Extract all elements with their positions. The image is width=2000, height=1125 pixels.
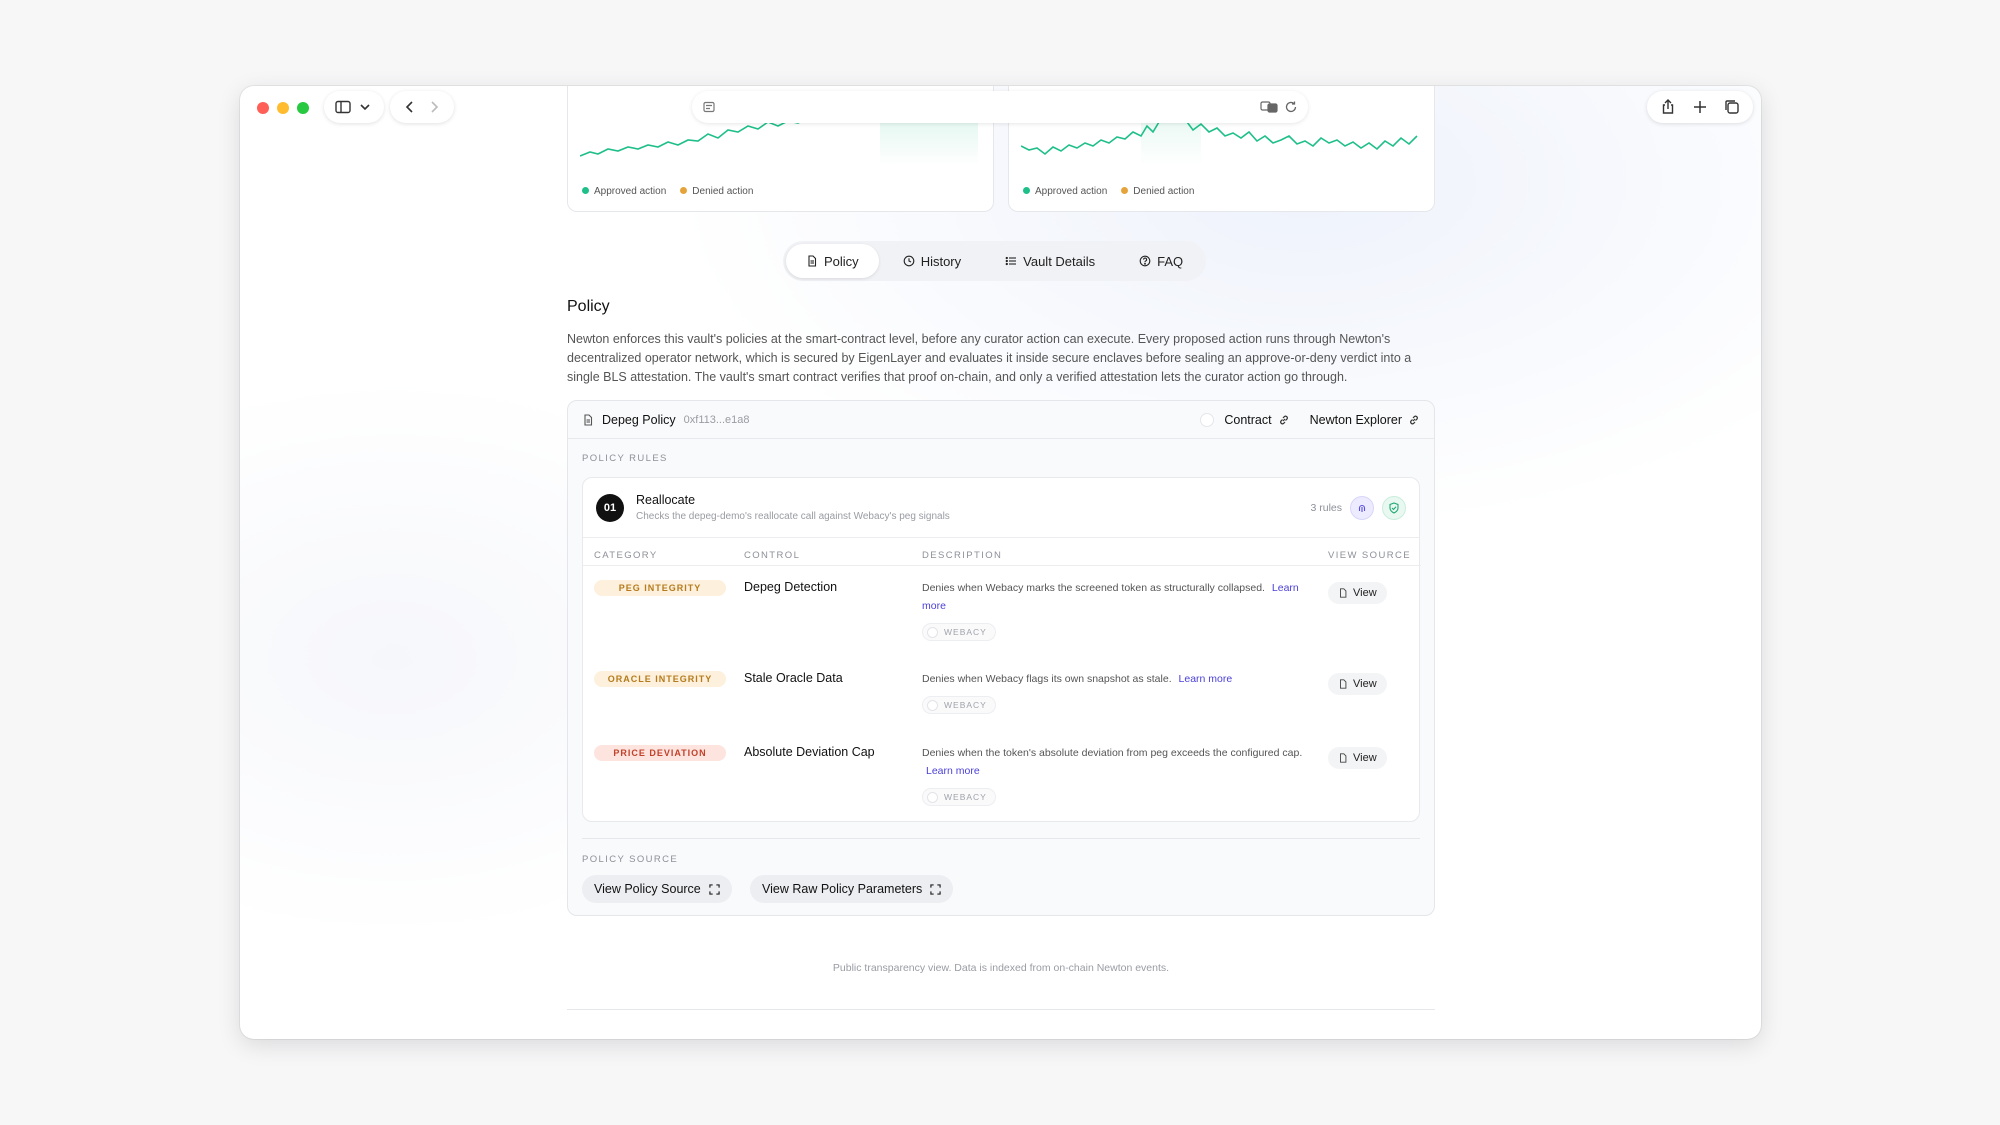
document-icon xyxy=(1340,753,1347,763)
window-controls xyxy=(257,102,309,114)
rule-description: Denies when the token's absolute deviati… xyxy=(922,747,1303,777)
toolbar-actions xyxy=(1647,91,1753,123)
zoom-window-button[interactable] xyxy=(297,102,309,114)
chevron-down-icon[interactable] xyxy=(356,98,374,116)
nav-buttons xyxy=(390,91,454,123)
tab-label: FAQ xyxy=(1157,253,1184,269)
control-name: Absolute Deviation Cap xyxy=(744,745,875,759)
link-icon xyxy=(1410,415,1418,424)
rule-group-title: Reallocate xyxy=(636,493,696,507)
column-header-view-source: VIEW SOURCE xyxy=(1328,550,1411,561)
view-source-button[interactable]: View xyxy=(1328,673,1387,695)
table-header-divider xyxy=(583,565,1421,566)
sidebar-icon[interactable] xyxy=(334,98,352,116)
translate-icon[interactable] xyxy=(1260,100,1278,114)
document-icon xyxy=(1340,588,1347,598)
forward-arrow-icon[interactable] xyxy=(425,98,443,116)
policy-address: 0xf113...e1a8 xyxy=(683,413,750,426)
tab-history[interactable]: History xyxy=(883,244,981,278)
view-policy-source-button[interactable]: View Policy Source xyxy=(582,875,732,903)
chart-legend-left: Approved action Denied action xyxy=(582,186,753,197)
list-icon xyxy=(1005,256,1017,266)
view-source-button[interactable]: View xyxy=(1328,747,1387,769)
expand-icon xyxy=(709,883,720,895)
legend-approved: Approved action xyxy=(1023,186,1107,197)
policy-name: Depeg Policy xyxy=(602,412,676,427)
verified-badge xyxy=(1382,495,1406,520)
close-window-button[interactable] xyxy=(257,102,269,114)
page-settings-icon[interactable] xyxy=(702,100,716,114)
clock-icon xyxy=(903,255,915,267)
back-arrow-icon[interactable] xyxy=(401,98,419,116)
data-source-tag: WEBACY xyxy=(922,788,996,806)
view-raw-policy-parameters-button[interactable]: View Raw Policy Parameters xyxy=(750,875,954,903)
tab-policy[interactable]: Policy xyxy=(786,244,879,278)
tab-faq[interactable]: FAQ xyxy=(1119,244,1203,278)
rule-group-subtitle: Checks the depeg-demo's reallocate call … xyxy=(636,511,950,522)
rule-description: Denies when Webacy flags its own snapsho… xyxy=(922,673,1233,685)
newton-explorer-link[interactable]: Newton Explorer xyxy=(1310,413,1420,427)
tab-label: Policy xyxy=(824,253,859,269)
policy-source-divider xyxy=(582,838,1420,839)
legend-approved: Approved action xyxy=(582,186,666,197)
browser-window: Approved action Denied action Approved a… xyxy=(240,86,1761,1039)
new-tab-icon[interactable] xyxy=(1691,98,1709,116)
rule-description: Denies when Webacy marks the screened to… xyxy=(922,582,1299,612)
address-bar[interactable] xyxy=(692,91,1308,123)
tab-label: Vault Details xyxy=(1023,253,1096,269)
view-source-button[interactable]: View xyxy=(1328,582,1387,604)
category-pill: ORACLE INTEGRITY xyxy=(594,671,726,687)
rule-group-header[interactable]: 01 Reallocate Checks the depeg-demo's re… xyxy=(583,478,1419,538)
contract-label: Contract xyxy=(1224,412,1272,427)
link-icon xyxy=(1279,415,1288,424)
chart-legend-right: Approved action Denied action xyxy=(1023,186,1194,197)
share-icon[interactable] xyxy=(1659,98,1677,116)
question-icon xyxy=(1139,255,1151,267)
section-description: Newton enforces this vault's policies at… xyxy=(567,332,1412,384)
expand-icon xyxy=(930,883,941,895)
control-name: Stale Oracle Data xyxy=(744,671,843,685)
minimize-window-button[interactable] xyxy=(277,102,289,114)
rule-group: 01 Reallocate Checks the depeg-demo's re… xyxy=(582,477,1421,822)
contract-link[interactable]: Contract xyxy=(1224,413,1289,427)
category-pill: PRICE DEVIATION xyxy=(594,745,726,761)
document-icon xyxy=(584,413,593,426)
explorer-label: Newton Explorer xyxy=(1309,412,1402,427)
category-pill: PEG INTEGRITY xyxy=(594,580,726,596)
tab-label: History xyxy=(920,253,962,269)
legend-denied: Denied action xyxy=(680,186,753,197)
rule-count: 3 rules xyxy=(1310,501,1342,514)
operator-badge xyxy=(1350,495,1374,520)
column-header-category: CATEGORY xyxy=(594,550,658,561)
fingerprint-icon xyxy=(1358,504,1366,512)
reload-icon[interactable] xyxy=(1284,100,1298,114)
contract-status-indicator xyxy=(1200,412,1215,427)
column-header-description: DESCRIPTION xyxy=(922,550,1003,561)
legend-denied: Denied action xyxy=(1121,186,1194,197)
data-source-tag: WEBACY xyxy=(922,623,996,641)
footer-divider xyxy=(567,1009,1435,1010)
tab-bar: Policy History Vault Details FAQ xyxy=(783,241,1207,281)
policy-source-label: POLICY SOURCE xyxy=(582,854,679,865)
policy-rules-label: POLICY RULES xyxy=(582,453,668,464)
document-icon xyxy=(1340,679,1347,689)
rule-number-badge: 01 xyxy=(596,493,624,522)
tab-overview-icon[interactable] xyxy=(1723,98,1741,116)
column-header-control: CONTROL xyxy=(744,550,801,561)
data-source-tag: WEBACY xyxy=(922,696,996,714)
policy-header: Depeg Policy 0xf113...e1a8 Contract Newt… xyxy=(568,401,1434,439)
learn-more-link[interactable]: Learn more xyxy=(1179,673,1233,685)
browser-toolbar xyxy=(240,86,1761,130)
document-icon xyxy=(808,255,817,267)
section-title: Policy xyxy=(567,298,610,315)
learn-more-link[interactable]: Learn more xyxy=(926,765,980,777)
tab-vault-details[interactable]: Vault Details xyxy=(985,244,1115,278)
sidebar-toggle-group xyxy=(324,91,384,123)
shield-check-icon xyxy=(1389,501,1399,514)
policy-card: Depeg Policy 0xf113...e1a8 Contract Newt… xyxy=(567,400,1435,916)
footer-note: Public transparency view. Data is indexe… xyxy=(832,962,1170,974)
control-name: Depeg Detection xyxy=(744,580,838,594)
